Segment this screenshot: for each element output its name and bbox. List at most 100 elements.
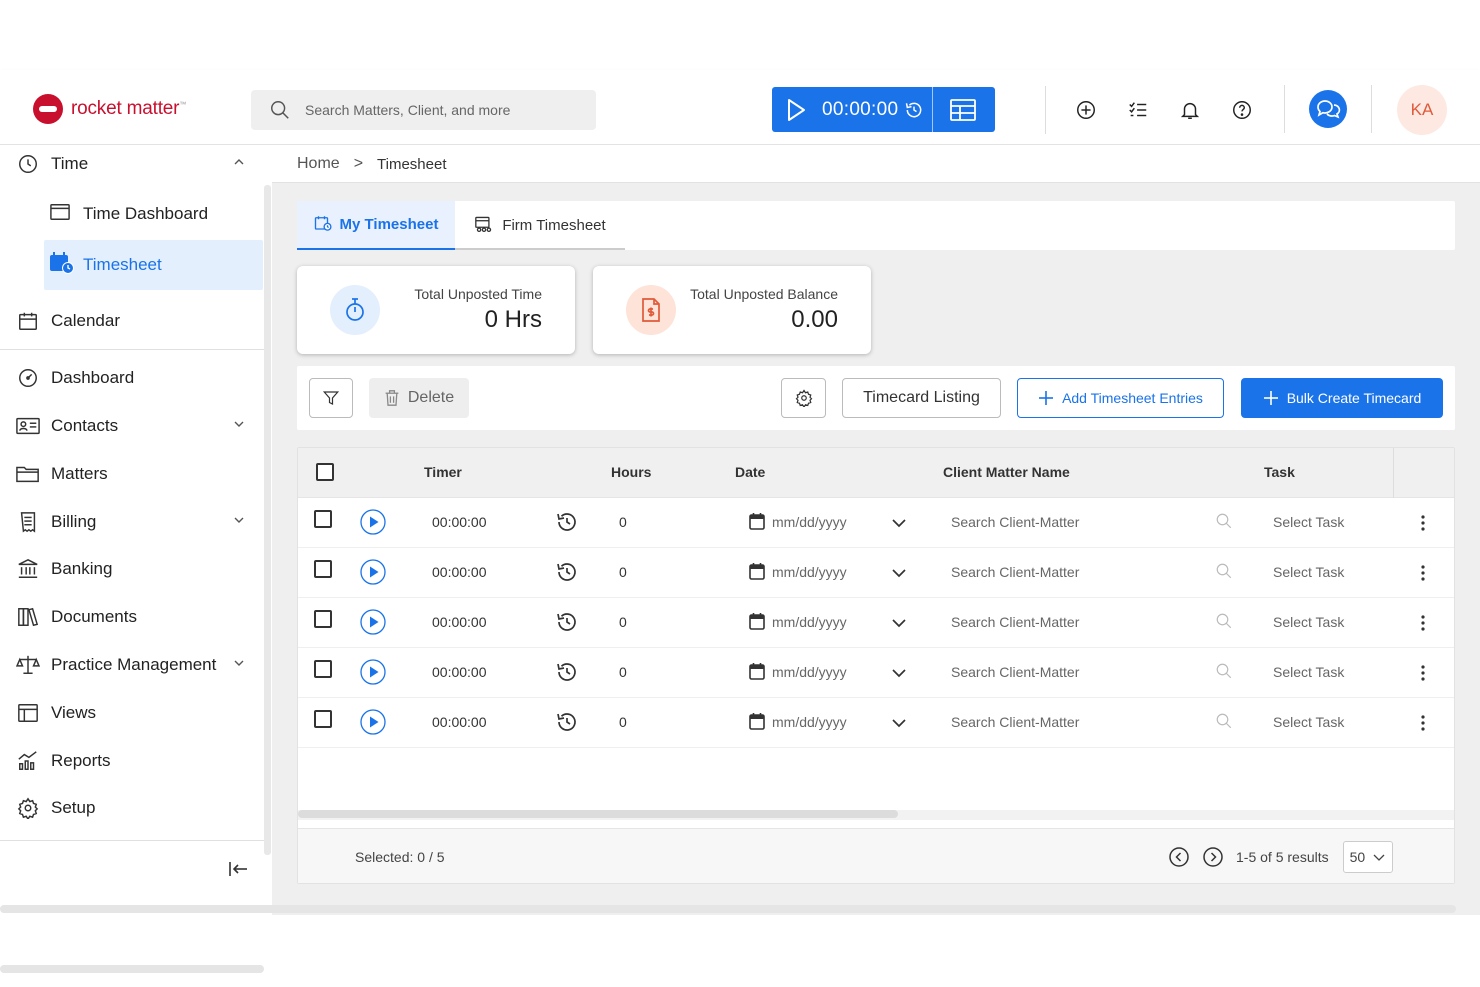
sidebar-item-practice-management[interactable]: Practice Management	[0, 643, 264, 687]
row-checkbox[interactable]	[314, 660, 332, 678]
timer-history-icon[interactable]	[904, 100, 924, 120]
sidebar-item-time-dashboard[interactable]: Time Dashboard	[44, 189, 263, 239]
row-date-input[interactable]: mm/dd/yyyy	[772, 564, 847, 580]
page-size-select[interactable]: 50	[1342, 841, 1393, 873]
column-header-task[interactable]: Task	[1264, 464, 1295, 480]
more-options-icon[interactable]	[1415, 614, 1431, 637]
chevron-down-icon[interactable]	[890, 614, 908, 637]
search-icon[interactable]	[1215, 612, 1233, 635]
timer-history-icon[interactable]	[555, 710, 579, 739]
row-checkbox[interactable]	[314, 560, 332, 578]
play-timer-icon[interactable]	[360, 609, 386, 640]
user-avatar[interactable]: KA	[1397, 85, 1447, 135]
add-circle-icon[interactable]	[1074, 98, 1098, 122]
row-checkbox[interactable]	[314, 510, 332, 528]
filter-button[interactable]	[309, 378, 353, 418]
timer-history-icon[interactable]	[555, 560, 579, 589]
more-options-icon[interactable]	[1415, 714, 1431, 737]
search-input[interactable]	[305, 102, 565, 118]
sidebar-item-contacts[interactable]: Contacts	[0, 404, 264, 448]
play-timer-icon[interactable]	[360, 709, 386, 740]
breadcrumb-home[interactable]: Home	[297, 155, 340, 173]
sidebar-item-time[interactable]: Time	[0, 142, 264, 186]
column-header-timer[interactable]: Timer	[424, 464, 462, 480]
global-search[interactable]	[251, 90, 596, 130]
row-client-matter-input[interactable]: Search Client-Matter	[951, 614, 1079, 630]
row-date-input[interactable]: mm/dd/yyyy	[772, 664, 847, 680]
chat-icon[interactable]	[1309, 90, 1347, 128]
sidebar-item-matters[interactable]: Matters	[0, 452, 264, 496]
chevron-down-icon[interactable]	[232, 655, 246, 675]
tab-my-timesheet[interactable]: My Timesheet	[297, 201, 455, 250]
chevron-down-icon[interactable]	[890, 664, 908, 687]
calendar-icon[interactable]	[749, 612, 765, 635]
delete-button[interactable]: Delete	[369, 378, 469, 418]
column-header-date[interactable]: Date	[735, 464, 765, 480]
sidebar-item-setup[interactable]: Setup	[0, 786, 264, 830]
task-list-icon[interactable]	[1126, 98, 1150, 122]
chevron-down-icon[interactable]	[890, 514, 908, 537]
logo[interactable]: rocket matter™	[33, 94, 186, 124]
select-all-checkbox[interactable]	[316, 463, 334, 481]
more-options-icon[interactable]	[1415, 514, 1431, 537]
sidebar-item-reports[interactable]: Reports	[0, 739, 264, 783]
sidebar-scrollbar[interactable]	[264, 185, 271, 855]
settings-button[interactable]	[781, 378, 826, 418]
calendar-icon[interactable]	[749, 712, 765, 735]
chevron-down-icon[interactable]	[232, 512, 246, 532]
search-icon[interactable]	[1215, 662, 1233, 685]
tab-firm-timesheet[interactable]: Firm Timesheet	[455, 201, 625, 250]
play-timer-icon[interactable]	[360, 659, 386, 690]
collapse-sidebar-icon[interactable]	[226, 857, 250, 886]
play-timer-icon[interactable]	[360, 559, 386, 590]
main-horizontal-scrollbar[interactable]	[0, 905, 1456, 913]
calendar-icon[interactable]	[749, 512, 765, 535]
search-icon[interactable]	[1215, 562, 1233, 585]
sidebar-horizontal-scrollbar[interactable]	[0, 965, 264, 973]
row-hours-input[interactable]: 0	[619, 714, 627, 730]
row-date-input[interactable]: mm/dd/yyyy	[772, 514, 847, 530]
play-timer-icon[interactable]	[360, 509, 386, 540]
play-icon[interactable]	[784, 97, 808, 123]
row-client-matter-input[interactable]: Search Client-Matter	[951, 714, 1079, 730]
row-date-input[interactable]: mm/dd/yyyy	[772, 714, 847, 730]
chevron-down-icon[interactable]	[890, 714, 908, 737]
row-hours-input[interactable]: 0	[619, 664, 627, 680]
row-hours-input[interactable]: 0	[619, 514, 627, 530]
row-date-input[interactable]: mm/dd/yyyy	[772, 614, 847, 630]
row-task-select[interactable]: Select Task	[1273, 664, 1344, 680]
row-hours-input[interactable]: 0	[619, 614, 627, 630]
bulk-create-timecard-button[interactable]: Bulk Create Timecard	[1241, 378, 1443, 418]
timer-history-icon[interactable]	[555, 510, 579, 539]
sidebar-item-banking[interactable]: Banking	[0, 547, 264, 591]
notification-bell-icon[interactable]	[1178, 98, 1202, 122]
row-checkbox[interactable]	[314, 710, 332, 728]
more-options-icon[interactable]	[1415, 564, 1431, 587]
column-header-client-matter[interactable]: Client Matter Name	[943, 464, 1070, 480]
sidebar-item-views[interactable]: Views	[0, 691, 264, 735]
chevron-up-icon[interactable]	[232, 154, 246, 174]
timer-history-icon[interactable]	[555, 610, 579, 639]
row-client-matter-input[interactable]: Search Client-Matter	[951, 664, 1079, 680]
row-task-select[interactable]: Select Task	[1273, 564, 1344, 580]
next-page-icon[interactable]	[1202, 846, 1224, 868]
prev-page-icon[interactable]	[1168, 846, 1190, 868]
table-horizontal-scrollbar[interactable]	[298, 810, 898, 818]
row-hours-input[interactable]: 0	[619, 564, 627, 580]
row-task-select[interactable]: Select Task	[1273, 514, 1344, 530]
calendar-icon[interactable]	[749, 562, 765, 585]
help-icon[interactable]	[1230, 98, 1254, 122]
chevron-down-icon[interactable]	[890, 564, 908, 587]
row-task-select[interactable]: Select Task	[1273, 614, 1344, 630]
column-header-hours[interactable]: Hours	[611, 464, 651, 480]
timecard-listing-button[interactable]: Timecard Listing	[842, 378, 1001, 418]
sidebar-item-documents[interactable]: Documents	[0, 595, 264, 639]
search-icon[interactable]	[1215, 512, 1233, 535]
add-timesheet-entries-button[interactable]: Add Timesheet Entries	[1017, 378, 1224, 418]
sidebar-item-dashboard[interactable]: Dashboard	[0, 356, 264, 400]
row-client-matter-input[interactable]: Search Client-Matter	[951, 564, 1079, 580]
calendar-icon[interactable]	[749, 662, 765, 685]
more-options-icon[interactable]	[1415, 664, 1431, 687]
row-client-matter-input[interactable]: Search Client-Matter	[951, 514, 1079, 530]
sidebar-item-billing[interactable]: Billing	[0, 500, 264, 544]
